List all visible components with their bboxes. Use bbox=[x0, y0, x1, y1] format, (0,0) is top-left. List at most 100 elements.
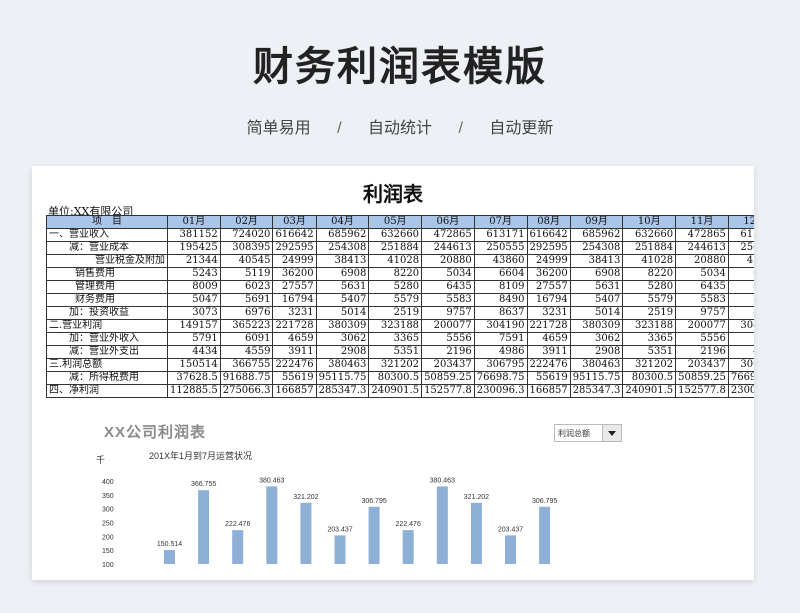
table-cell[interactable]: 5579 bbox=[622, 293, 677, 307]
table-cell[interactable]: 244613 bbox=[675, 241, 729, 255]
bar[interactable] bbox=[266, 486, 278, 564]
table-cell[interactable]: 50859.25 bbox=[421, 371, 475, 385]
table-cell[interactable]: 203437 bbox=[421, 358, 475, 372]
table-cell[interactable]: 4659 bbox=[526, 332, 571, 346]
table-cell[interactable]: 8009 bbox=[167, 280, 221, 294]
table-cell[interactable]: 3911 bbox=[526, 345, 571, 359]
table-cell[interactable]: 222476 bbox=[272, 358, 317, 372]
bar[interactable] bbox=[436, 486, 448, 564]
bar[interactable] bbox=[470, 502, 482, 564]
table-cell[interactable]: 6604 bbox=[473, 267, 528, 281]
table-cell[interactable]: 275066.3 bbox=[219, 384, 274, 398]
table-cell[interactable]: 613171 bbox=[727, 228, 754, 242]
table-cell[interactable]: 251884 bbox=[622, 241, 677, 255]
table-cell[interactable]: 4986 bbox=[473, 345, 528, 359]
table-cell[interactable]: 95115.75 bbox=[569, 371, 624, 385]
table-cell[interactable]: 616642 bbox=[526, 228, 571, 242]
table-cell[interactable]: 380309 bbox=[569, 319, 624, 333]
table-cell[interactable]: 3062 bbox=[315, 332, 370, 346]
table-cell[interactable]: 285347.3 bbox=[569, 384, 624, 398]
table-cell[interactable]: 285347.3 bbox=[315, 384, 370, 398]
table-cell[interactable]: 4434 bbox=[167, 345, 221, 359]
table-cell[interactable]: 632660 bbox=[368, 228, 423, 242]
table-cell[interactable]: 43860 bbox=[473, 254, 528, 268]
table-cell[interactable]: 5631 bbox=[569, 280, 624, 294]
table-cell[interactable]: 8220 bbox=[622, 267, 677, 281]
table-cell[interactable]: 36200 bbox=[526, 267, 571, 281]
table-cell[interactable]: 685962 bbox=[569, 228, 624, 242]
table-cell[interactable]: 250555 bbox=[473, 241, 528, 255]
table-cell[interactable]: 55619 bbox=[526, 371, 571, 385]
table-cell[interactable]: 5280 bbox=[368, 280, 423, 294]
table-cell[interactable]: 5034 bbox=[675, 267, 729, 281]
table-cell[interactable]: 304190 bbox=[473, 319, 528, 333]
table-cell[interactable]: 4659 bbox=[272, 332, 317, 346]
table-cell[interactable]: 43860 bbox=[727, 254, 754, 268]
table-cell[interactable]: 38413 bbox=[569, 254, 624, 268]
table-cell[interactable]: 2908 bbox=[569, 345, 624, 359]
table-cell[interactable]: 6023 bbox=[219, 280, 274, 294]
table-cell[interactable]: 240901.5 bbox=[622, 384, 677, 398]
table-cell[interactable]: 24999 bbox=[272, 254, 317, 268]
table-cell[interactable]: 380463 bbox=[569, 358, 624, 372]
table-cell[interactable]: 6908 bbox=[315, 267, 370, 281]
table-cell[interactable]: 6604 bbox=[727, 267, 754, 281]
table-cell[interactable]: 76698.75 bbox=[473, 371, 528, 385]
table-cell[interactable]: 251884 bbox=[368, 241, 423, 255]
table-cell[interactable]: 230096.3 bbox=[727, 384, 754, 398]
table-cell[interactable]: 613171 bbox=[473, 228, 528, 242]
table-cell[interactable]: 5631 bbox=[315, 280, 370, 294]
table-cell[interactable]: 381152 bbox=[167, 228, 221, 242]
table-cell[interactable]: 152577.8 bbox=[421, 384, 475, 398]
table-cell[interactable]: 41028 bbox=[368, 254, 423, 268]
table-cell[interactable]: 41028 bbox=[622, 254, 677, 268]
table-cell[interactable]: 95115.75 bbox=[315, 371, 370, 385]
table-cell[interactable]: 24999 bbox=[526, 254, 571, 268]
table-cell[interactable]: 166857 bbox=[272, 384, 317, 398]
table-cell[interactable]: 3231 bbox=[272, 306, 317, 320]
table-cell[interactable]: 9757 bbox=[421, 306, 475, 320]
table-cell[interactable]: 9757 bbox=[675, 306, 729, 320]
table-cell[interactable]: 254308 bbox=[315, 241, 370, 255]
table-cell[interactable]: 8490 bbox=[473, 293, 528, 307]
table-cell[interactable]: 6435 bbox=[421, 280, 475, 294]
bar[interactable] bbox=[505, 535, 516, 564]
table-cell[interactable]: 365223 bbox=[219, 319, 274, 333]
table-cell[interactable]: 40545 bbox=[219, 254, 274, 268]
table-cell[interactable]: 5351 bbox=[368, 345, 423, 359]
table-cell[interactable]: 20880 bbox=[675, 254, 729, 268]
table-cell[interactable]: 3062 bbox=[569, 332, 624, 346]
table-cell[interactable]: 36200 bbox=[272, 267, 317, 281]
table-cell[interactable]: 2908 bbox=[315, 345, 370, 359]
table-cell[interactable]: 321202 bbox=[368, 358, 423, 372]
table-cell[interactable]: 5407 bbox=[569, 293, 624, 307]
table-cell[interactable]: 8490 bbox=[727, 293, 754, 307]
table-cell[interactable]: 76698.75 bbox=[727, 371, 754, 385]
table-cell[interactable]: 8109 bbox=[473, 280, 528, 294]
table-cell[interactable]: 91688.75 bbox=[219, 371, 274, 385]
bar[interactable] bbox=[232, 530, 244, 564]
table-cell[interactable]: 6908 bbox=[569, 267, 624, 281]
table-cell[interactable]: 5119 bbox=[219, 267, 274, 281]
table-cell[interactable]: 5691 bbox=[219, 293, 274, 307]
table-cell[interactable]: 7591 bbox=[727, 332, 754, 346]
table-cell[interactable]: 5791 bbox=[167, 332, 221, 346]
table-cell[interactable]: 5583 bbox=[675, 293, 729, 307]
table-cell[interactable]: 21344 bbox=[167, 254, 221, 268]
bar[interactable] bbox=[539, 506, 551, 564]
table-cell[interactable]: 2519 bbox=[368, 306, 423, 320]
table-cell[interactable]: 2196 bbox=[675, 345, 729, 359]
table-cell[interactable]: 3365 bbox=[622, 332, 677, 346]
table-cell[interactable]: 306795 bbox=[473, 358, 528, 372]
table-cell[interactable]: 5407 bbox=[315, 293, 370, 307]
table-cell[interactable]: 16794 bbox=[272, 293, 317, 307]
table-cell[interactable]: 149157 bbox=[167, 319, 221, 333]
table-cell[interactable]: 195425 bbox=[167, 241, 221, 255]
table-cell[interactable]: 221728 bbox=[272, 319, 317, 333]
table-cell[interactable]: 6435 bbox=[675, 280, 729, 294]
table-cell[interactable]: 5583 bbox=[421, 293, 475, 307]
table-cell[interactable]: 5014 bbox=[315, 306, 370, 320]
table-cell[interactable]: 321202 bbox=[622, 358, 677, 372]
table-cell[interactable]: 616642 bbox=[272, 228, 317, 242]
table-cell[interactable]: 20880 bbox=[421, 254, 475, 268]
